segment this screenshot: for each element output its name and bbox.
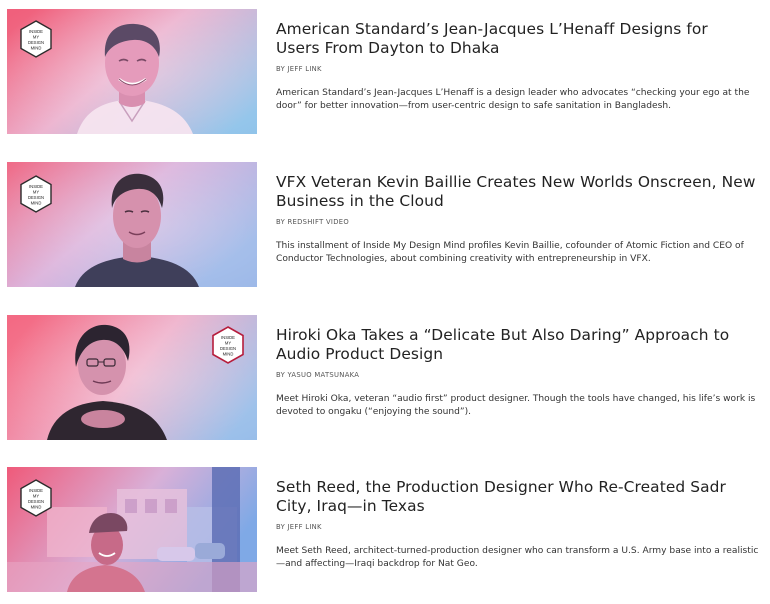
article-card: INSIDE MY DESIGN MIND VFX Veteran Kevin … xyxy=(0,162,770,290)
inside-my-design-mind-badge-icon: INSIDE MY DESIGN MIND xyxy=(20,20,52,58)
badge-line: MIND xyxy=(223,352,234,357)
article-summary: Meet Hiroki Oka, veteran “audio first” p… xyxy=(276,394,756,417)
badge-line: DESIGN xyxy=(28,499,44,504)
article-summary: Meet Seth Reed, architect-turned-product… xyxy=(276,546,759,569)
article-thumbnail[interactable]: INSIDE MY DESIGN MIND xyxy=(7,315,257,440)
article-title[interactable]: Seth Reed, the Production Designer Who R… xyxy=(276,478,756,516)
badge-line: MY xyxy=(33,494,39,499)
badge-line: MY xyxy=(225,341,231,346)
badge-line: INSIDE xyxy=(29,488,43,493)
badge-line: MIND xyxy=(31,201,42,206)
article-card: INSIDE MY DESIGN MIND American Standard’… xyxy=(0,9,770,137)
article-card: INSIDE MY DESIGN MIND Hiroki Oka Takes a… xyxy=(0,315,770,443)
badge-line: INSIDE xyxy=(221,335,235,340)
badge-line: INSIDE xyxy=(29,184,43,189)
article-title[interactable]: American Standard’s Jean-Jacques L’Henaf… xyxy=(276,20,756,58)
article-byline: BY YASUO MATSUNAKA xyxy=(276,371,360,379)
article-summary: American Standard’s Jean-Jacques L’Henaf… xyxy=(276,88,750,111)
article-byline: BY REDSHIFT VIDEO xyxy=(276,218,350,226)
article-thumbnail[interactable]: INSIDE MY DESIGN MIND xyxy=(7,162,257,287)
badge-line: MIND xyxy=(31,505,42,510)
article-card: INSIDE MY DESIGN MIND Seth Reed, the Pro… xyxy=(0,467,770,595)
article-byline: BY JEFF LINK xyxy=(276,65,322,73)
article-summary: This installment of Inside My Design Min… xyxy=(276,241,744,264)
badge-line: MIND xyxy=(31,46,42,51)
article-thumbnail[interactable]: INSIDE MY DESIGN MIND xyxy=(7,9,257,134)
badge-line: DESIGN xyxy=(28,40,44,45)
badge-line: DESIGN xyxy=(220,346,236,351)
article-thumbnail[interactable]: INSIDE MY DESIGN MIND xyxy=(7,467,257,592)
badge-line: DESIGN xyxy=(28,195,44,200)
badge-line: MY xyxy=(33,35,39,40)
badge-line: MY xyxy=(33,190,39,195)
badge-line: INSIDE xyxy=(29,29,43,34)
article-title[interactable]: Hiroki Oka Takes a “Delicate But Also Da… xyxy=(276,326,756,364)
inside-my-design-mind-badge-icon: INSIDE MY DESIGN MIND xyxy=(212,326,244,364)
article-byline: BY JEFF LINK xyxy=(276,523,322,531)
inside-my-design-mind-badge-icon: INSIDE MY DESIGN MIND xyxy=(20,479,52,517)
inside-my-design-mind-badge-icon: INSIDE MY DESIGN MIND xyxy=(20,175,52,213)
article-title[interactable]: VFX Veteran Kevin Baillie Creates New Wo… xyxy=(276,173,756,211)
